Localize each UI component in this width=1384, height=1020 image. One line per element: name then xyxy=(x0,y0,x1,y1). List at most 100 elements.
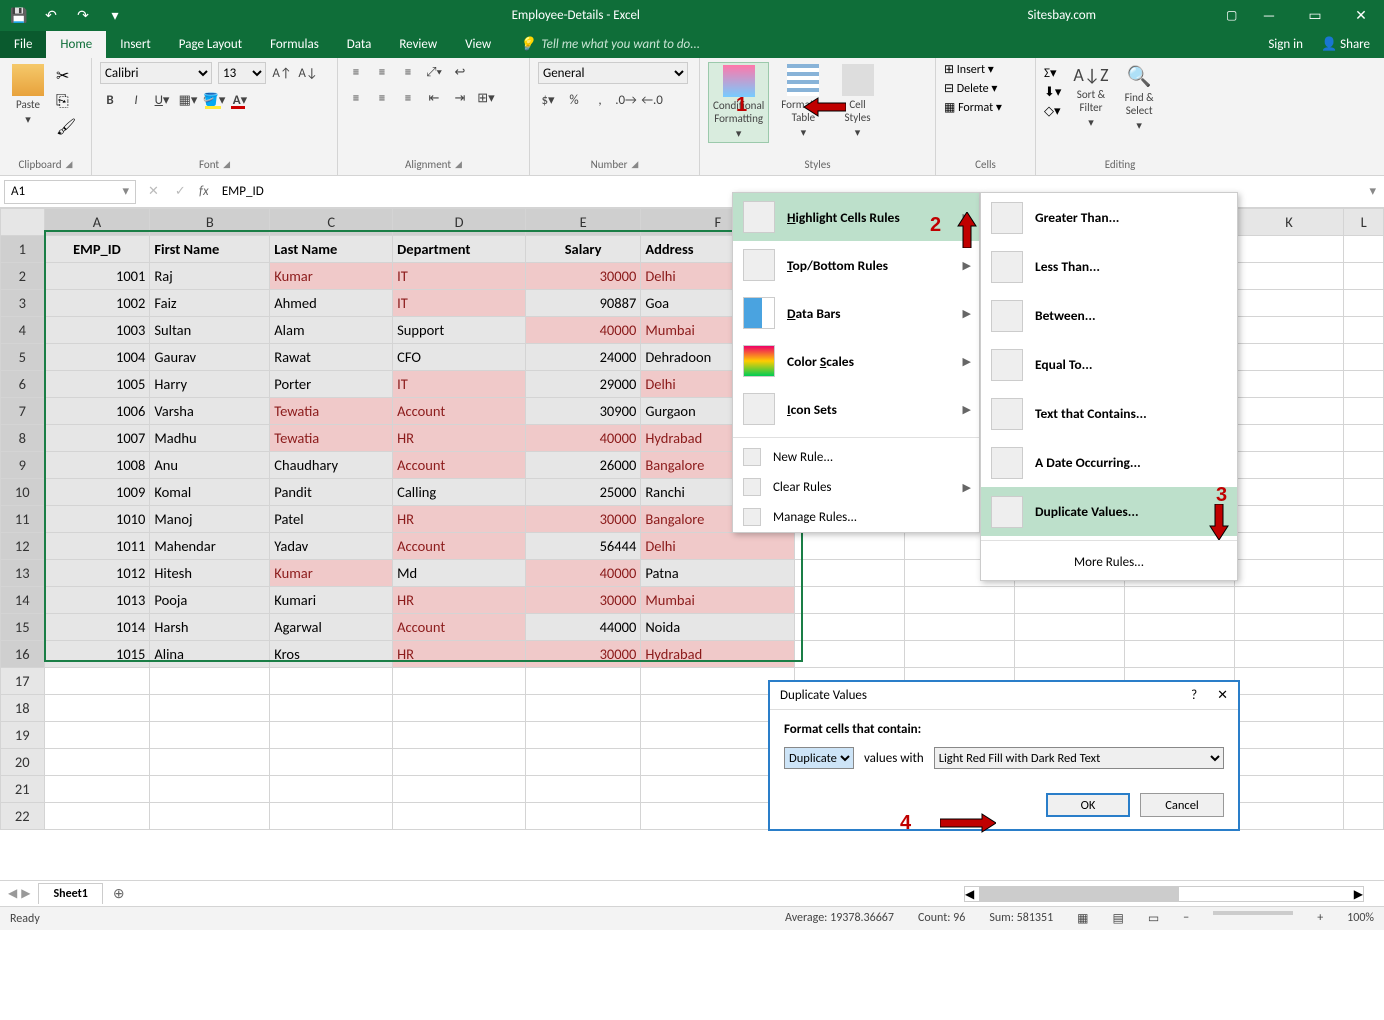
cell[interactable]: 1005 xyxy=(44,371,150,398)
header-cell[interactable]: Salary xyxy=(525,236,640,263)
row-header[interactable]: 10 xyxy=(1,479,45,506)
row-header[interactable]: 17 xyxy=(1,668,45,695)
col-header[interactable]: C xyxy=(270,209,393,236)
cell[interactable] xyxy=(393,722,526,749)
fx-icon[interactable]: fx xyxy=(194,184,214,199)
cell[interactable]: Agarwal xyxy=(270,614,393,641)
cell[interactable] xyxy=(1344,290,1384,317)
cell[interactable]: 30000 xyxy=(525,263,640,290)
cell[interactable] xyxy=(1234,749,1344,776)
wrap-text-icon[interactable]: ↩ xyxy=(450,62,470,82)
cell[interactable]: 1007 xyxy=(44,425,150,452)
cell[interactable] xyxy=(150,776,270,803)
cell[interactable]: Delhi xyxy=(641,533,795,560)
cell[interactable]: 29000 xyxy=(525,371,640,398)
cell[interactable]: Madhu xyxy=(150,425,270,452)
cell[interactable] xyxy=(150,695,270,722)
col-header[interactable]: B xyxy=(150,209,270,236)
cell[interactable]: 1011 xyxy=(44,533,150,560)
underline-icon[interactable]: U▾ xyxy=(152,90,172,110)
cell[interactable] xyxy=(525,803,640,830)
row-header[interactable]: 5 xyxy=(1,344,45,371)
cell[interactable] xyxy=(1344,425,1384,452)
cell[interactable]: Harry xyxy=(150,371,270,398)
cell[interactable]: Harsh xyxy=(150,614,270,641)
tab-home[interactable]: Home xyxy=(46,31,106,58)
view-layout-icon[interactable]: ▤ xyxy=(1113,911,1124,926)
cell[interactable] xyxy=(1344,668,1384,695)
cell[interactable] xyxy=(270,776,393,803)
cell[interactable] xyxy=(393,749,526,776)
number-format-select[interactable]: General xyxy=(538,62,688,84)
cell[interactable] xyxy=(1344,398,1384,425)
comma-icon[interactable]: , xyxy=(590,90,610,110)
cell[interactable] xyxy=(1234,506,1344,533)
zoom-out-button[interactable]: − xyxy=(1183,911,1189,926)
undo-icon[interactable]: ↶ xyxy=(42,6,60,24)
tab-view[interactable]: View xyxy=(451,31,505,58)
cell[interactable] xyxy=(1344,371,1384,398)
cell[interactable] xyxy=(1234,722,1344,749)
increase-decimal-icon[interactable]: .0→ xyxy=(616,90,636,110)
row-header[interactable]: 2 xyxy=(1,263,45,290)
cell[interactable]: 1004 xyxy=(44,344,150,371)
font-name-select[interactable]: Calibri xyxy=(100,62,212,84)
share-button[interactable]: 👤 Share xyxy=(1321,37,1370,52)
row-header[interactable]: 15 xyxy=(1,614,45,641)
cell[interactable]: Mumbai xyxy=(641,587,795,614)
shrink-font-icon[interactable]: A↓ xyxy=(298,63,318,83)
cell[interactable] xyxy=(1234,344,1344,371)
cell[interactable] xyxy=(795,533,905,560)
bold-icon[interactable]: B xyxy=(100,90,120,110)
cf-icon-sets[interactable]: Icon Sets▶ xyxy=(733,385,979,433)
minimize-button[interactable]: — xyxy=(1246,0,1292,30)
cell[interactable] xyxy=(1015,587,1125,614)
cell[interactable]: 30000 xyxy=(525,641,640,668)
percent-icon[interactable]: % xyxy=(564,90,584,110)
rule-duplicate-values[interactable]: Duplicate Values... xyxy=(981,487,1237,536)
cell[interactable]: 1009 xyxy=(44,479,150,506)
cell[interactable] xyxy=(795,614,905,641)
cell[interactable] xyxy=(44,722,150,749)
cell[interactable]: Yadav xyxy=(270,533,393,560)
cell[interactable] xyxy=(270,668,393,695)
cell[interactable]: HR xyxy=(393,425,526,452)
dialog-close-icon[interactable]: ✕ xyxy=(1217,688,1228,703)
enter-formula-icon[interactable]: ✓ xyxy=(167,184,194,199)
cell[interactable]: Kumar xyxy=(270,263,393,290)
cell[interactable] xyxy=(1344,560,1384,587)
cell[interactable] xyxy=(1344,317,1384,344)
tab-page-layout[interactable]: Page Layout xyxy=(165,31,256,58)
cell[interactable]: 1001 xyxy=(44,263,150,290)
cell[interactable]: Raj xyxy=(150,263,270,290)
cell[interactable] xyxy=(525,749,640,776)
cell[interactable] xyxy=(905,614,1015,641)
decrease-decimal-icon[interactable]: ←.0 xyxy=(642,90,662,110)
cell[interactable]: Pooja xyxy=(150,587,270,614)
cell[interactable]: Alam xyxy=(270,317,393,344)
cell[interactable] xyxy=(1015,614,1125,641)
align-top-icon[interactable]: ≡ xyxy=(346,62,366,82)
cell[interactable]: 1012 xyxy=(44,560,150,587)
row-header[interactable]: 8 xyxy=(1,425,45,452)
cell[interactable]: 1014 xyxy=(44,614,150,641)
cell[interactable]: Account xyxy=(393,533,526,560)
cell[interactable]: Calling xyxy=(393,479,526,506)
row-header[interactable]: 21 xyxy=(1,776,45,803)
cell[interactable] xyxy=(525,668,640,695)
cell[interactable]: Support xyxy=(393,317,526,344)
rule-less-than[interactable]: Less Than... xyxy=(981,242,1237,291)
tell-me-input[interactable]: 💡 Tell me what you want to do... xyxy=(505,31,714,58)
cell[interactable]: 40000 xyxy=(525,425,640,452)
cell[interactable]: 90887 xyxy=(525,290,640,317)
cell[interactable]: Gaurav xyxy=(150,344,270,371)
cell[interactable]: Anu xyxy=(150,452,270,479)
cell[interactable] xyxy=(905,587,1015,614)
grow-font-icon[interactable]: A↑ xyxy=(272,63,292,83)
cell[interactable] xyxy=(525,776,640,803)
cell[interactable]: CFO xyxy=(393,344,526,371)
h-scrollbar[interactable]: ◀ ▶ xyxy=(964,886,1364,902)
cell[interactable] xyxy=(1234,695,1344,722)
rule-text-contains[interactable]: Text that Contains... xyxy=(981,389,1237,438)
header-cell[interactable]: Department xyxy=(393,236,526,263)
